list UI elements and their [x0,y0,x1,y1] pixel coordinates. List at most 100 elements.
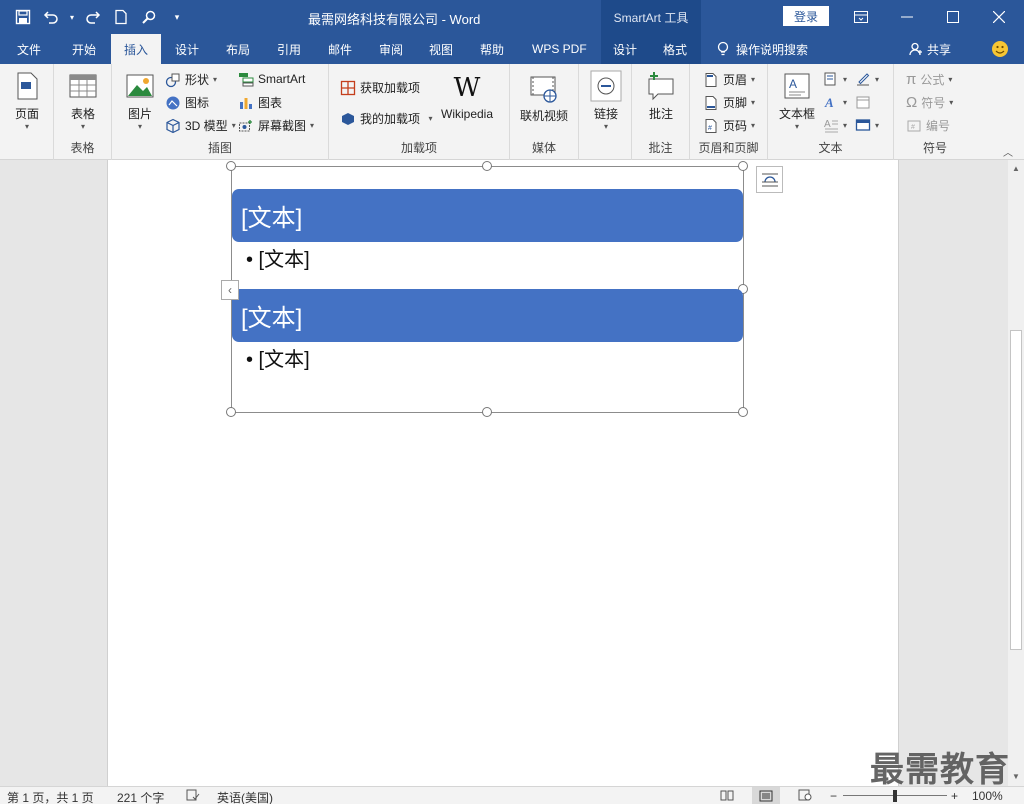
collapse-ribbon-icon[interactable]: ︿ [1003,144,1013,159]
web-layout-icon[interactable] [798,789,812,804]
scrollbar-thumb[interactable] [1010,330,1022,650]
save-icon[interactable] [12,6,34,28]
chevron-down-icon: ▾ [24,122,29,131]
header-button[interactable]: 页眉 ▾ [703,71,755,88]
group-label-header-footer: 页眉和页脚 [698,141,759,155]
new-document-icon[interactable] [110,6,132,28]
tell-me-search[interactable]: 操作说明搜索 [716,34,808,64]
tab-file[interactable]: 文件 [17,34,41,64]
quick-parts-button[interactable]: ▾ [823,71,847,87]
get-addins-button[interactable]: 获取加载项 [340,79,420,96]
find-icon[interactable] [138,6,160,28]
tab-layout[interactable]: 布局 [226,34,250,64]
undo-dropdown-icon[interactable]: ▾ [68,6,76,28]
object-button[interactable]: ▾ [855,117,879,133]
group-symbols: π 公式 ▾ Ω 符号 ▾ # 编号 符号 [894,64,976,160]
smartart-bullet-2[interactable]: • [文本] [246,343,310,372]
tab-home[interactable]: 开始 [72,34,96,64]
close-icon[interactable] [976,0,1022,34]
scroll-up-icon[interactable]: ▲ [1012,164,1020,173]
picture-icon [126,74,154,98]
3d-models-button[interactable]: 3D 模型 ▾ [165,117,236,134]
language[interactable]: 英语(美国) [217,789,273,804]
maximize-icon[interactable] [930,0,976,34]
smartart-button[interactable]: SmartArt [238,71,305,87]
equation-button[interactable]: π 公式 ▾ [906,71,952,88]
undo-icon[interactable] [40,6,62,28]
footer-icon [705,95,717,110]
tab-view[interactable]: 视图 [429,34,453,64]
tab-insert[interactable]: 插入 [111,34,161,64]
ribbon-display-options-icon[interactable] [838,0,884,34]
resize-handle[interactable] [738,407,748,417]
tab-design[interactable]: 设计 [175,34,199,64]
table-button[interactable]: 表格 ▾ [67,70,99,131]
drop-cap-button[interactable]: A ▾ [823,117,847,133]
word-count[interactable]: 221 个字 [117,789,164,804]
resize-handle[interactable] [738,161,748,171]
print-layout-icon[interactable] [752,787,780,804]
tab-wps-pdf[interactable]: WPS PDF [532,34,587,64]
pictures-button[interactable]: 图片 ▾ [124,70,156,131]
vertical-scrollbar[interactable]: ▲ ▼ [1008,160,1024,786]
text-pane-toggle-icon[interactable]: ‹ [221,280,239,300]
symbol-label: 符号 [921,96,946,110]
login-button[interactable]: 登录 [783,6,829,26]
online-video-button[interactable]: 联机视频 [520,72,568,124]
chart-button[interactable]: 图表 [238,94,282,111]
wikipedia-button[interactable]: W Wikipedia [441,72,493,121]
screenshot-button[interactable]: 屏幕截图 ▾ [238,117,314,134]
chevron-down-icon: ▾ [795,122,800,131]
smartart-bullet-1[interactable]: • [文本] [246,243,310,272]
icons-button[interactable]: 图标 [165,94,209,111]
group-addins: 获取加载项 我的加载项 ▾ W Wikipedia 加载项 [329,64,510,160]
layout-options-icon[interactable] [756,166,783,193]
smartart-header-2[interactable]: [文本] [232,289,743,342]
minimize-icon[interactable] [884,0,930,34]
resize-handle[interactable] [226,161,236,171]
wordart-button[interactable]: A ▾ [823,94,847,110]
ribbon-tabs: 文件 开始 插入 设计 布局 引用 邮件 审阅 视图 帮助 WPS PDF 设计… [0,34,1024,64]
my-addins-button[interactable]: 我的加载项 ▾ [340,110,432,127]
zoom-level[interactable]: 100% [972,789,1003,803]
links-button[interactable]: 链接 ▾ [590,70,622,131]
tab-help[interactable]: 帮助 [480,34,504,64]
lightbulb-icon [717,41,729,56]
signature-line-button[interactable]: ▾ [855,71,879,87]
shapes-button[interactable]: 形状 ▾ [165,71,217,88]
resize-handle[interactable] [226,407,236,417]
tab-references[interactable]: 引用 [277,34,301,64]
customize-qat-icon[interactable]: ▾ [166,6,188,28]
pages-button[interactable]: 页面 ▾ [11,70,43,131]
zoom-in-icon[interactable]: + [951,789,958,803]
group-label-text: 文本 [818,141,843,155]
numbering-button[interactable]: # 编号 [906,117,950,134]
group-header-footer: 页眉 ▾ 页脚 ▾ # 页码 ▾ 页眉和页脚 [690,64,768,160]
tab-smartart-format[interactable]: 格式 [663,34,687,64]
resize-handle[interactable] [482,161,492,171]
smartart-header-1[interactable]: [文本] [232,189,743,242]
text-box-button[interactable]: A 文本框 ▾ [779,70,815,131]
textbox-icon: A [784,73,810,99]
zoom-slider-thumb[interactable] [893,790,897,802]
wikipedia-label: Wikipedia [441,107,494,121]
page-count[interactable]: 第 1 页，共 1 页 [7,789,94,804]
symbol-button[interactable]: Ω 符号 ▾ [906,94,953,111]
share-label: 共享 [927,42,952,57]
redo-icon[interactable] [82,6,104,28]
footer-button[interactable]: 页脚 ▾ [703,94,755,111]
read-mode-icon[interactable] [720,789,734,804]
object-icon [855,119,871,131]
zoom-out-icon[interactable]: − [830,789,837,803]
resize-handle[interactable] [482,407,492,417]
share-button[interactable]: 共享 [909,34,951,64]
smiley-feedback-icon[interactable] [991,34,1009,64]
tab-mailings[interactable]: 邮件 [328,34,352,64]
tab-review[interactable]: 审阅 [379,34,403,64]
new-comment-button[interactable]: 批注 [645,70,677,122]
proofing-icon[interactable] [186,789,200,804]
tab-smartart-design[interactable]: 设计 [613,34,637,64]
page-number-button[interactable]: # 页码 ▾ [703,117,755,134]
date-time-button[interactable] [855,94,871,110]
scroll-down-icon[interactable]: ▼ [1012,772,1020,781]
